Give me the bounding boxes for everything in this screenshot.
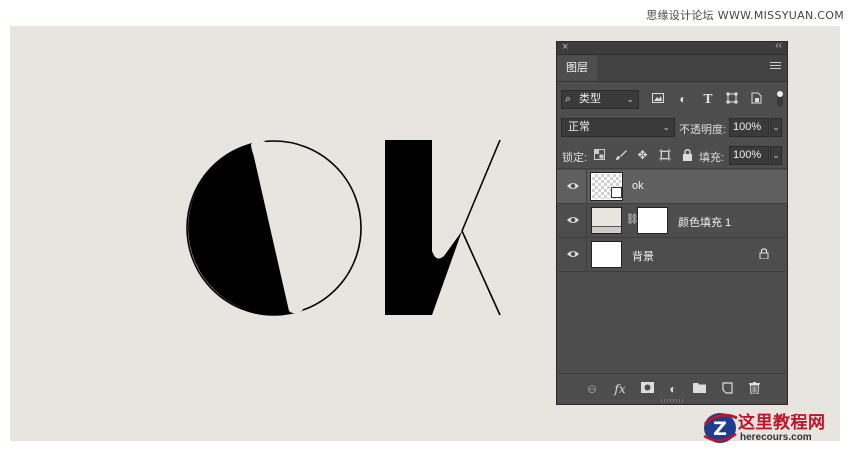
blend-mode-value: 正常: [568, 121, 590, 133]
layer-row-background[interactable]: 背景: [557, 238, 787, 272]
fill-field[interactable]: 100%: [729, 146, 769, 165]
filter-kind-select[interactable]: ⌕ 类型 ⌄: [561, 90, 639, 109]
visibility-eye-icon[interactable]: [566, 214, 580, 226]
brush-icon[interactable]: [614, 149, 627, 162]
trash-icon[interactable]: [746, 382, 762, 396]
folder-icon[interactable]: [691, 382, 707, 396]
chevron-down-icon: ⌄: [662, 122, 670, 132]
letter-k-stem: [385, 140, 462, 315]
layer-thumbnail: [591, 241, 622, 268]
double-chevron-icon[interactable]: ‹‹: [775, 40, 782, 51]
logo-title: 这里教程网: [738, 413, 826, 433]
type-filter-icon[interactable]: T: [701, 92, 715, 106]
panel-tab-row: 图层: [557, 55, 787, 82]
watermark-text: 思缘设计论坛 WWW.MISSYUAN.COM: [646, 9, 844, 22]
lock-row: 锁定: ✥ 填充: 100% ⌄: [557, 144, 787, 169]
filter-toggle[interactable]: [777, 91, 783, 107]
fill-label: 填充:: [699, 152, 725, 164]
artboard-lock-icon[interactable]: [658, 149, 671, 162]
opacity-label: 不透明度:: [679, 124, 727, 136]
opacity-field[interactable]: 100%: [729, 118, 769, 137]
link-icon[interactable]: ⊖: [584, 382, 600, 396]
letter-k-upper-stroke: [461, 139, 501, 232]
fill-thumbnail: [591, 207, 622, 234]
panel-titlebar: × ‹‹: [557, 40, 787, 55]
lock-all-icon[interactable]: [681, 149, 694, 162]
logo-subtitle: herecours.com: [740, 432, 812, 443]
move-icon[interactable]: ✥: [636, 149, 649, 162]
tab-layers[interactable]: 图层: [557, 55, 597, 81]
close-icon[interactable]: ×: [562, 41, 568, 53]
visibility-eye-icon[interactable]: [566, 248, 580, 260]
mask-icon[interactable]: [639, 382, 655, 396]
visibility-eye-icon[interactable]: [566, 180, 580, 192]
layers-list: ok ⛓ 颜色填充 1 背景: [557, 170, 787, 272]
chevron-down-icon: ⌄: [626, 94, 634, 104]
filter-row: ⌕ 类型 ⌄ ◐ T: [557, 88, 787, 112]
layer-row-ok[interactable]: ok: [557, 170, 787, 204]
divider: [586, 204, 587, 238]
panel-menu-icon[interactable]: [770, 62, 781, 72]
lock-icon: [759, 248, 769, 262]
smart-object-filter-icon[interactable]: [749, 92, 763, 106]
layer-name: 背景: [632, 251, 654, 263]
shape-filter-icon[interactable]: [725, 92, 739, 106]
divider: [586, 170, 587, 204]
lock-label: 锁定:: [562, 152, 588, 164]
opacity-dropdown[interactable]: ⌄: [770, 118, 782, 137]
layer-name: 颜色填充 1: [678, 217, 732, 229]
mask-thumbnail: [637, 207, 668, 234]
lock-transparent-icon[interactable]: [593, 149, 606, 162]
layer-name: ok: [632, 180, 644, 192]
logo-mark-icon: Z: [703, 413, 738, 443]
new-layer-icon[interactable]: [719, 382, 735, 396]
site-logo: Z 这里教程网 herecours.com: [702, 406, 848, 450]
adjustment-icon[interactable]: ◐: [665, 382, 681, 396]
layers-bottom-bar: ⊖ fx ◐: [557, 373, 787, 404]
logo-mark-letter: Z: [713, 418, 727, 440]
search-icon: ⌕: [565, 93, 572, 105]
adjustment-filter-icon[interactable]: ◐: [676, 92, 690, 106]
layers-panel: × ‹‹ 图层 ⌕ 类型 ⌄ ◐ T 正常 ⌄ 不透明度: 100% ⌄ 锁定:…: [556, 40, 788, 405]
resize-grip[interactable]: [661, 399, 685, 402]
smart-object-badge-icon: [611, 187, 622, 198]
blend-row: 正常 ⌄ 不透明度: 100% ⌄: [557, 116, 787, 140]
filter-kind-label: 类型: [579, 93, 601, 105]
divider: [586, 238, 587, 272]
fill-dropdown[interactable]: ⌄: [770, 146, 782, 165]
blend-mode-select[interactable]: 正常 ⌄: [561, 118, 675, 137]
letter-k-lower-stroke: [461, 230, 501, 316]
fx-icon[interactable]: fx: [612, 382, 628, 396]
layer-row-color-fill[interactable]: ⛓ 颜色填充 1: [557, 204, 787, 238]
image-filter-icon[interactable]: [651, 92, 665, 106]
